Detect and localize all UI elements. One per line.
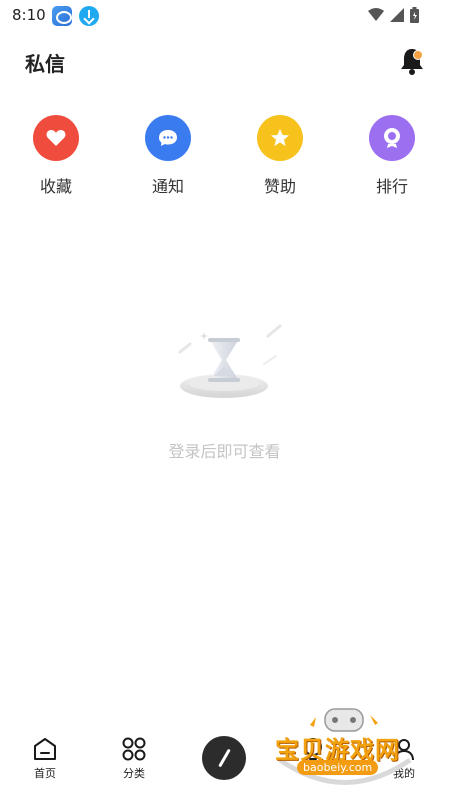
compose-icon (217, 748, 231, 768)
chat-bubble-icon (145, 115, 191, 161)
bell-icon[interactable] (398, 46, 426, 76)
wifi-icon (368, 8, 384, 21)
tab-category[interactable]: 分类 (104, 736, 164, 781)
quick-actions: 收藏 通知 赞助 排行 (0, 115, 449, 205)
empty-state-message: 登录后即可查看 (168, 442, 281, 461)
tab-label: 首页 (34, 767, 56, 780)
medal-icon (369, 115, 415, 161)
notification-badge (413, 50, 423, 60)
compose-button[interactable] (202, 736, 246, 780)
status-right (368, 7, 419, 23)
hourglass-icon (178, 324, 282, 398)
tab-home[interactable]: 首页 (15, 736, 75, 781)
action-label: 赞助 (263, 177, 296, 196)
tab-label: 分类 (123, 767, 145, 780)
action-label: 通知 (151, 177, 184, 196)
home-icon (34, 738, 56, 760)
battery-icon (410, 7, 419, 23)
status-bar: 8:10 (0, 0, 449, 32)
heart-icon (33, 115, 79, 161)
action-favorites[interactable]: 收藏 (21, 115, 91, 197)
app-icon (52, 6, 72, 26)
action-label: 收藏 (39, 177, 72, 196)
action-sponsor[interactable]: 赞助 (245, 115, 315, 197)
download-icon (79, 6, 99, 26)
status-time: 8:10 (12, 6, 46, 24)
watermark-url: baobeiy.com (297, 760, 379, 775)
action-ranking[interactable]: 排行 (357, 115, 427, 197)
action-notifications[interactable]: 通知 (133, 115, 203, 197)
star-icon (257, 115, 303, 161)
page-title: 私信 (25, 52, 65, 76)
action-label: 排行 (375, 177, 408, 196)
grid-icon (122, 737, 146, 761)
signal-icon (390, 8, 404, 22)
